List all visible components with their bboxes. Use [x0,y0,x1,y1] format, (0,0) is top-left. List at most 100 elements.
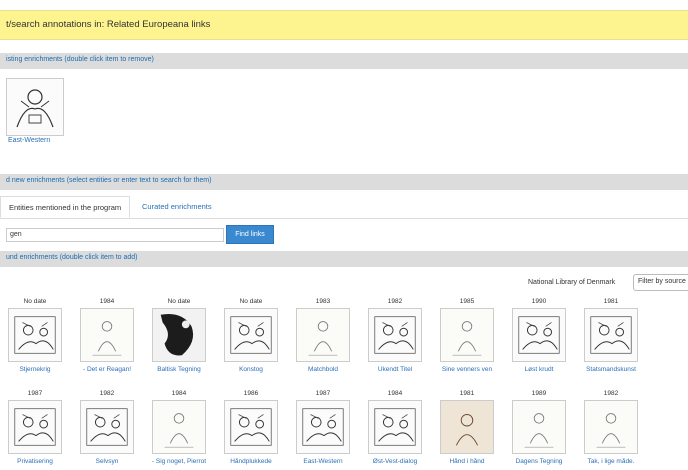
tab-bar: Entities mentioned in the program Curate… [0,196,688,219]
result-thumbnail[interactable] [8,308,62,362]
result-thumbnail[interactable] [224,308,278,362]
cartoon-thumbnail-icon [9,401,61,453]
result-card[interactable]: 1987 Privatisering [2,390,68,470]
result-card[interactable]: 1987 East-Western [290,390,356,470]
cartoon-thumbnail-icon [81,309,133,361]
tab-curated[interactable]: Curated enrichments [134,196,220,218]
result-thumbnail[interactable] [440,400,494,454]
result-title[interactable]: Privatisering [2,458,68,465]
cartoon-thumbnail-icon [513,309,565,361]
result-card[interactable]: 1990 Løst krudt [506,298,572,378]
cartoon-thumbnail-icon [585,401,637,453]
cartoon-thumbnail-icon [297,309,349,361]
result-title[interactable]: Dagens Tegning [506,458,572,465]
result-thumbnail[interactable] [152,400,206,454]
found-enrichments-label: und enrichments (double click item to ad… [6,254,138,261]
found-enrichments-bar: und enrichments (double click item to ad… [0,251,688,267]
cartoon-thumbnail-icon [585,309,637,361]
result-year: 1984 [171,390,187,397]
existing-enrichments-label: isting enrichments (double click item to… [6,56,154,63]
result-year: 1986 [243,390,259,397]
result-year: No date [167,298,191,305]
result-year: 1982 [387,298,403,305]
result-title[interactable]: Løst krudt [506,366,572,373]
result-thumbnail[interactable] [296,308,350,362]
result-title[interactable]: Tak, i lige måde. [578,458,644,465]
source-label: National Library of Denmark [528,279,616,286]
result-thumbnail[interactable] [8,400,62,454]
result-title[interactable]: Baltisk Tegning [146,366,212,373]
result-thumbnail[interactable] [296,400,350,454]
add-enrichments-bar: d new enrichments (select entities or en… [0,174,688,190]
result-title[interactable]: Ukendt Titel [362,366,428,373]
result-card[interactable]: 1982 Selvsyn [74,390,140,470]
existing-enrichments-bar: isting enrichments (double click item to… [0,53,688,69]
result-year: 1982 [99,390,115,397]
result-card[interactable]: 1984 - Det er Reagan! [74,298,140,378]
result-card[interactable]: 1986 Håndplukkede [218,390,284,470]
result-card[interactable]: 1982 Tak, i lige måde. [578,390,644,470]
result-thumbnail[interactable] [224,400,278,454]
result-thumbnail[interactable] [152,308,206,362]
result-title[interactable]: Hånd i hånd [434,458,500,465]
result-thumbnail[interactable] [584,308,638,362]
result-title[interactable]: Selvsyn [74,458,140,465]
result-card[interactable]: No date Konstog [218,298,284,378]
result-card[interactable]: 1989 Dagens Tegning [506,390,572,470]
result-title[interactable]: Øst-Vest-dialog [362,458,428,465]
result-year: 1987 [27,390,43,397]
cartoon-thumbnail-icon [9,309,61,361]
result-card[interactable]: 1985 Sine venners ven [434,298,500,378]
result-title[interactable]: East-Western [290,458,356,465]
result-thumbnail[interactable] [584,400,638,454]
cartoon-thumbnail-icon [441,309,493,361]
result-card[interactable]: 1984 Øst-Vest-dialog [362,390,428,470]
result-card[interactable]: 1981 Hånd i hånd [434,390,500,470]
result-year: 1982 [603,390,619,397]
result-title[interactable]: Håndplukkede [218,458,284,465]
result-year: 1984 [387,390,403,397]
cartoon-thumbnail-icon [81,401,133,453]
result-thumbnail[interactable] [440,308,494,362]
cartoon-thumbnail-icon [225,401,277,453]
result-thumbnail[interactable] [512,400,566,454]
result-title[interactable]: - Sig noget, Pierrot [146,458,212,465]
result-thumbnail[interactable] [368,308,422,362]
cartoon-thumbnail-icon [297,401,349,453]
result-card[interactable]: 1982 Ukendt Titel [362,298,428,378]
result-year: 1990 [531,298,547,305]
result-card[interactable]: 1983 Matchbold [290,298,356,378]
result-year: No date [239,298,263,305]
find-links-button[interactable]: Find links [226,225,274,244]
result-title[interactable]: Konstog [218,366,284,373]
result-card[interactable]: No date Stjernekrig [2,298,68,378]
existing-item-title[interactable]: East-Western [8,137,50,144]
result-year: 1987 [315,390,331,397]
cartoon-thumbnail-icon [7,79,63,135]
result-title[interactable]: - Det er Reagan! [74,366,140,373]
result-thumbnail[interactable] [80,400,134,454]
result-thumbnail[interactable] [80,308,134,362]
result-title[interactable]: Stjernekrig [2,366,68,373]
cartoon-thumbnail-icon [513,401,565,453]
result-year: 1981 [603,298,619,305]
search-input[interactable]: gen [6,228,224,242]
result-card[interactable]: 1984 - Sig noget, Pierrot [146,390,212,470]
result-year: 1984 [99,298,115,305]
existing-enrichment-item[interactable] [6,78,64,136]
result-year: 1985 [459,298,475,305]
result-title[interactable]: Sine venners ven [434,366,500,373]
add-enrichments-label: d new enrichments (select entities or en… [6,177,212,184]
tab-entities[interactable]: Entities mentioned in the program [0,196,130,218]
result-title[interactable]: Statsmandskunst [578,366,644,373]
cartoon-thumbnail-icon [369,309,421,361]
result-thumbnail[interactable] [512,308,566,362]
source-filter-select[interactable]: Filter by source [633,274,688,291]
result-title[interactable]: Matchbold [290,366,356,373]
result-year: 1981 [459,390,475,397]
page-title: t/search annotations in: Related Europea… [6,19,211,30]
cartoon-thumbnail-icon [441,401,493,453]
result-card[interactable]: 1981 Statsmandskunst [578,298,644,378]
result-card[interactable]: No date Baltisk Tegning [146,298,212,378]
result-thumbnail[interactable] [368,400,422,454]
